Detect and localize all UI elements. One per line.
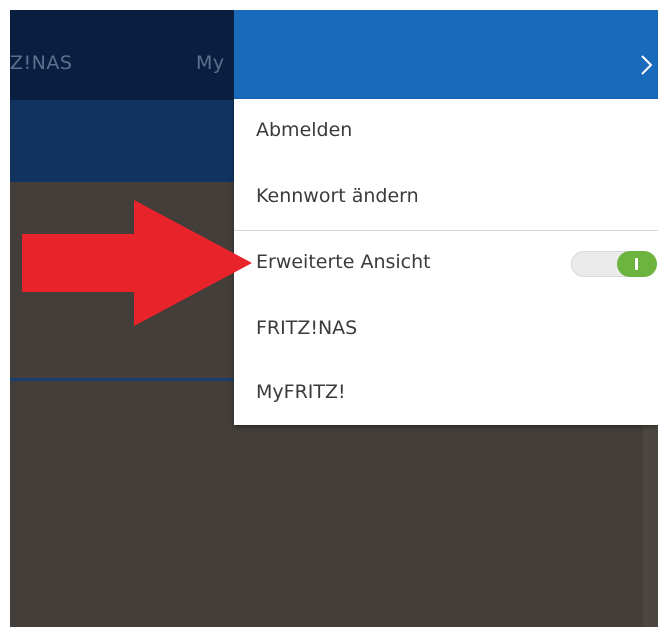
menu-item-erweiterte-ansicht[interactable]: Erweiterte Ansicht bbox=[234, 231, 658, 295]
toggle-knob bbox=[617, 251, 657, 277]
menu-item-kennwort-aendern[interactable]: Kennwort ändern bbox=[234, 165, 658, 229]
menu-item-label: Abmelden bbox=[256, 119, 353, 141]
red-arrow-icon bbox=[22, 200, 252, 326]
menu-header bbox=[234, 10, 658, 99]
menu-item-fritznas[interactable]: FRITZ!NAS bbox=[234, 297, 658, 361]
toggle-on-mark-icon bbox=[635, 258, 638, 270]
user-dropdown-menu: Abmelden Kennwort ändern Erweiterte Ansi… bbox=[234, 99, 658, 425]
menu-item-abmelden[interactable]: Abmelden bbox=[234, 99, 658, 163]
menu-item-label: FRITZ!NAS bbox=[256, 317, 358, 339]
content-divider bbox=[10, 378, 240, 381]
menu-item-label: MyFRITZ! bbox=[256, 381, 346, 403]
nav-item-myfritz[interactable]: My bbox=[196, 52, 225, 74]
erweiterte-ansicht-toggle[interactable] bbox=[571, 251, 658, 277]
nav-item-fritznas[interactable]: Z!NAS bbox=[10, 52, 72, 74]
menu-item-myfritz[interactable]: MyFRITZ! bbox=[234, 361, 658, 425]
menu-item-label: Kennwort ändern bbox=[256, 185, 419, 207]
screenshot: Z!NAS My Abmelden Kennwort ändern Erweit… bbox=[0, 0, 658, 627]
page-edge-strip bbox=[643, 420, 658, 627]
menu-item-label: Erweiterte Ansicht bbox=[256, 251, 431, 273]
chevron-right-icon[interactable] bbox=[640, 54, 654, 76]
